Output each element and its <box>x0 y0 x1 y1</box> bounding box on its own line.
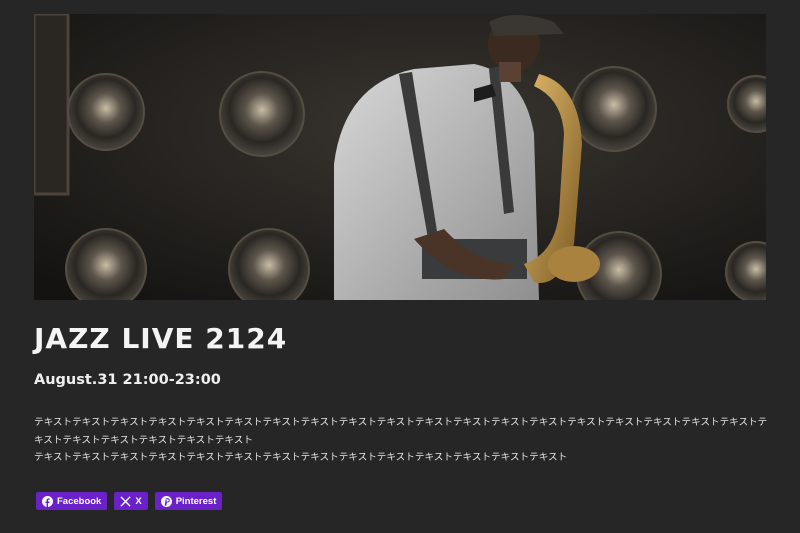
facebook-share-button[interactable]: Facebook <box>36 492 108 510</box>
facebook-icon <box>42 495 53 507</box>
event-datetime: August.31 21:00-23:00 <box>34 372 221 388</box>
x-share-button[interactable]: X <box>114 492 148 510</box>
x-icon <box>120 495 131 507</box>
pinterest-share-button[interactable]: Pinterest <box>154 492 223 510</box>
event-description: テキストテキストテキストテキストテキストテキストテキストテキストテキストテキスト… <box>34 414 770 467</box>
description-line: テキストテキストテキストテキストテキストテキストテキストテキストテキストテキスト… <box>34 452 568 463</box>
pinterest-icon <box>160 495 172 507</box>
saxophone-player-photo <box>34 14 766 300</box>
pinterest-share-label: Pinterest <box>175 495 217 507</box>
share-buttons: Facebook X Pinterest <box>36 492 223 510</box>
description-line: テキストテキストテキストテキストテキストテキストテキストテキストテキストテキスト… <box>34 417 768 446</box>
event-title: JAZZ LIVE 2124 <box>34 322 288 355</box>
facebook-share-label: Facebook <box>57 495 102 507</box>
x-share-label: X <box>135 495 142 507</box>
hero-image <box>34 14 766 300</box>
